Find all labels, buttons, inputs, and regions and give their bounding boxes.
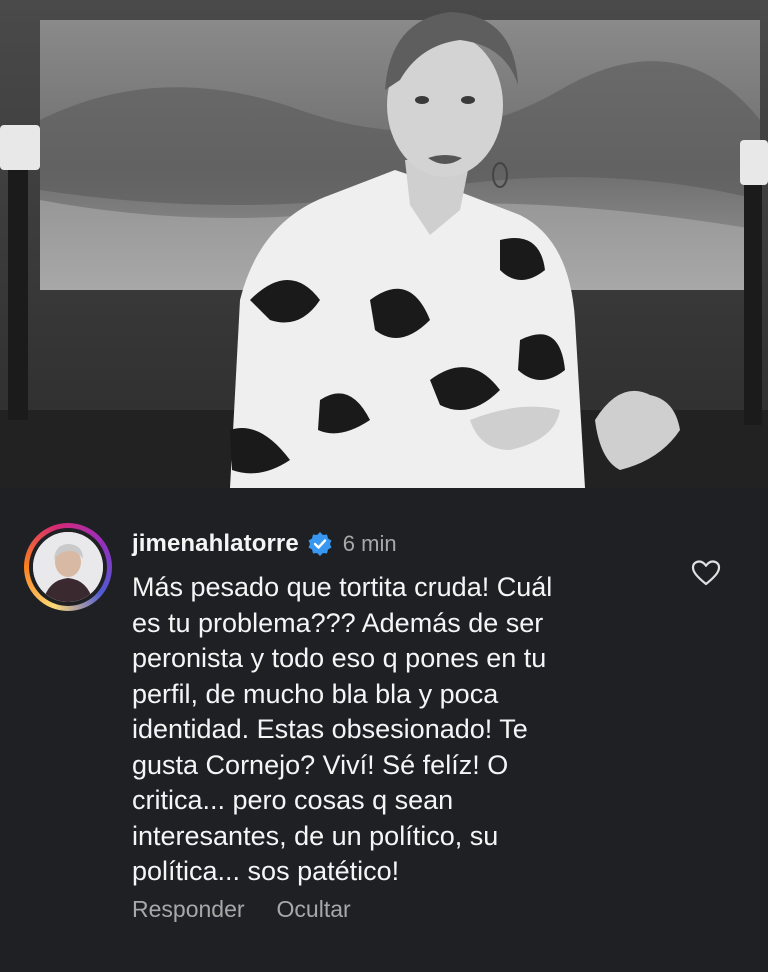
comment-header: jimenahlatorre 6 min	[132, 528, 397, 560]
heart-icon[interactable]	[690, 557, 722, 589]
hide-button[interactable]: Ocultar	[277, 896, 351, 923]
avatar[interactable]	[33, 532, 103, 602]
verified-badge-icon	[307, 531, 333, 557]
comment-actions: Responder Ocultar	[132, 896, 351, 923]
post-photo	[0, 0, 768, 488]
comment-timestamp: 6 min	[342, 531, 397, 556]
username[interactable]: jimenahlatorre	[132, 530, 299, 558]
comment: jimenahlatorre 6 min Más pesado que tort…	[0, 488, 768, 972]
comment-text: Más pesado que tortita cruda! Cuál es tu…	[132, 572, 553, 886]
avatar-story-ring[interactable]	[24, 523, 112, 611]
reply-button[interactable]: Responder	[132, 896, 245, 923]
